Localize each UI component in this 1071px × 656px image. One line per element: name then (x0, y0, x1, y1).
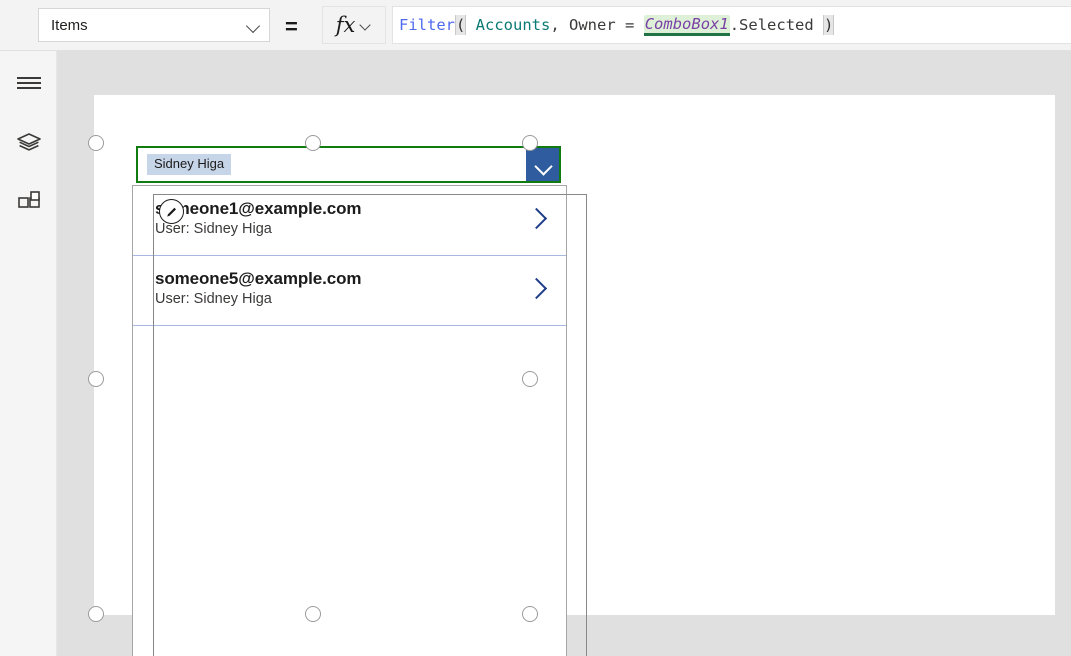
combobox-selected-chip: Sidney Higa (147, 153, 232, 176)
pencil-glyph (166, 207, 176, 217)
property-selector[interactable]: Items (38, 8, 270, 42)
resize-handle-bottom-center[interactable] (305, 606, 321, 622)
app-canvas[interactable]: Sidney Higa someone1@example.com User: Si… (94, 95, 1055, 656)
resize-handle-top-right[interactable] (522, 135, 538, 151)
rail-item-tree-view[interactable] (0, 121, 57, 165)
resize-handle-bottom-left[interactable] (88, 606, 104, 622)
chevron-down-icon (360, 19, 372, 31)
formula-token-paren: ( (455, 15, 467, 35)
chevron-right-icon[interactable] (528, 208, 548, 228)
gallery-item[interactable]: someone1@example.com User: Sidney Higa (133, 186, 566, 256)
gallery-item-subtitle: User: Sidney Higa (155, 221, 272, 238)
formula-token-paren: ) (823, 15, 835, 35)
formula-input[interactable]: Filter( Accounts, Owner = ComboBox1 .Sele… (392, 6, 1071, 44)
formula-token-punct: , (550, 16, 560, 34)
combobox-dropdown-button[interactable] (526, 148, 559, 181)
formula-token-identifier: .Selected (729, 16, 824, 34)
insert-components-icon (17, 191, 40, 208)
gallery-empty-area (133, 326, 566, 436)
chevron-down-icon (247, 18, 261, 32)
left-rail (0, 51, 57, 656)
formula-token-function: Filter (399, 16, 455, 34)
formula-token-identifier (634, 16, 643, 34)
resize-handle-middle-left[interactable] (88, 370, 104, 387)
property-selector-label: Items (51, 16, 88, 34)
fx-label: fx (335, 13, 356, 37)
rail-item-insert[interactable] (0, 181, 57, 225)
layers-tree-view-icon (16, 133, 41, 151)
formula-token-table: Accounts (466, 16, 551, 34)
resize-handle-top-left[interactable] (88, 135, 104, 151)
formula-token-operator: = (625, 16, 635, 34)
gallery-item-title: someone5@example.com (155, 269, 362, 288)
gallery-item-subtitle: User: Sidney Higa (155, 291, 272, 308)
formula-token-identifier: Owner (559, 16, 626, 34)
pencil-edit-icon[interactable] (159, 199, 184, 224)
rail-item-menu[interactable] (0, 61, 57, 105)
gallery-control[interactable]: someone1@example.com User: Sidney Higa som… (132, 185, 567, 656)
resize-handle-top-center[interactable] (305, 135, 321, 151)
formula-bar: Items = fx Filter( Accounts, Owner = Com… (0, 0, 1071, 51)
power-apps-studio: Items = fx Filter( Accounts, Owner = Com… (0, 0, 1071, 656)
combobox-control[interactable]: Sidney Higa (136, 146, 561, 183)
equals-sign: = (285, 14, 298, 39)
resize-handle-middle-right[interactable] (522, 370, 538, 387)
resize-handle-bottom-right[interactable] (522, 606, 538, 622)
gallery-item-title: someone1@example.com (155, 199, 362, 218)
hamburger-menu-icon (16, 75, 41, 91)
gallery-item[interactable]: someone5@example.com User: Sidney Higa (133, 256, 566, 326)
chevron-right-icon[interactable] (528, 278, 548, 298)
chevron-down-icon (535, 157, 551, 173)
canvas-workspace: Sidney Higa someone1@example.com User: Si… (57, 51, 1071, 656)
formula-token-control: ComboBox1 (643, 14, 730, 36)
fx-button[interactable]: fx (322, 6, 386, 44)
